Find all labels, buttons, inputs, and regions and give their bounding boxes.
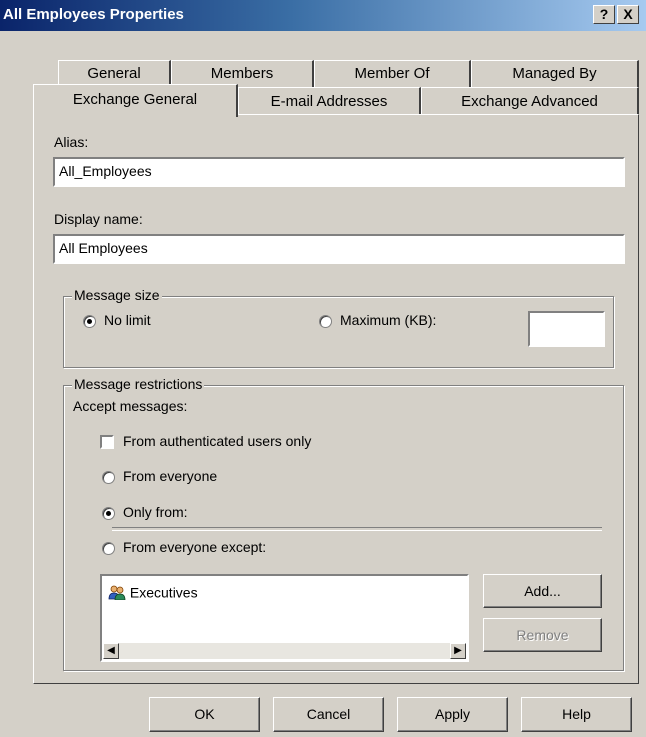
apply-button[interactable]: Apply	[397, 697, 508, 732]
accept-messages-label: Accept messages:	[73, 398, 188, 414]
window-title: All Employees Properties	[3, 6, 184, 23]
everyone-except-label[interactable]: From everyone except:	[123, 539, 266, 555]
tab-exchange-general[interactable]: Exchange General	[33, 84, 238, 117]
message-size-title: Message size	[72, 287, 162, 303]
alias-field[interactable]: All_Employees	[53, 157, 625, 187]
tab-label: Exchange Advanced	[461, 93, 598, 110]
message-restrictions-group: Message restrictions Accept messages: Fr…	[63, 376, 624, 671]
display-name-label: Display name:	[54, 211, 143, 227]
cancel-button-label: Cancel	[306, 706, 351, 722]
list-item-label: Executives	[129, 584, 198, 601]
add-button-label: Add...	[524, 583, 561, 599]
message-restrictions-title: Message restrictions	[72, 376, 205, 392]
tab-email-addresses[interactable]: E-mail Addresses	[238, 87, 421, 114]
only-from-radio[interactable]	[102, 507, 115, 520]
tab-members[interactable]: Members	[171, 60, 314, 87]
remove-button[interactable]: Remove	[483, 618, 602, 652]
no-limit-radio[interactable]	[83, 315, 96, 328]
tab-label: Managed By	[512, 65, 597, 82]
remove-button-label: Remove	[516, 627, 569, 643]
message-size-group: Message size No limit Maximum (KB):	[63, 287, 614, 368]
from-everyone-radio[interactable]	[102, 471, 115, 484]
from-everyone-label[interactable]: From everyone	[123, 468, 217, 484]
only-from-label[interactable]: Only from:	[123, 504, 188, 520]
properties-dialog: All Employees Properties ? X General Mem…	[0, 0, 646, 737]
sender-list[interactable]: Executives ◀ ▶	[100, 574, 469, 662]
close-button[interactable]: X	[617, 5, 639, 24]
tab-label: General	[87, 65, 141, 82]
maximum-kb-field[interactable]	[528, 311, 605, 347]
ok-button-label: OK	[194, 706, 215, 722]
scroll-right-icon[interactable]: ▶	[450, 643, 466, 659]
help-icon: ?	[599, 6, 609, 22]
display-name-field[interactable]: All Employees	[53, 234, 625, 264]
alias-label: Alias:	[54, 134, 89, 150]
options-separator	[112, 527, 602, 531]
everyone-except-radio[interactable]	[102, 542, 115, 555]
close-icon: X	[623, 6, 633, 22]
ok-button[interactable]: OK	[149, 697, 260, 732]
title-bar[interactable]: All Employees Properties ? X	[0, 0, 646, 31]
no-limit-label[interactable]: No limit	[104, 312, 151, 328]
maximum-label[interactable]: Maximum (KB):	[340, 312, 436, 328]
group-icon	[108, 584, 126, 601]
authenticated-checkbox[interactable]	[100, 435, 114, 449]
tab-panel: Alias: All_Employees Display name: All E…	[33, 114, 639, 684]
authenticated-label[interactable]: From authenticated users only	[123, 433, 311, 449]
list-item[interactable]: Executives	[108, 583, 198, 601]
cancel-button[interactable]: Cancel	[273, 697, 384, 732]
maximum-radio[interactable]	[319, 315, 332, 328]
help-footer-button[interactable]: Help	[521, 697, 632, 732]
help-button[interactable]: ?	[593, 5, 615, 24]
horizontal-scrollbar[interactable]: ◀ ▶	[103, 643, 466, 659]
apply-button-label: Apply	[434, 706, 471, 722]
tab-label: Member Of	[354, 65, 430, 82]
help-button-label: Help	[562, 706, 591, 722]
tab-general[interactable]: General	[58, 60, 171, 87]
tab-member-of[interactable]: Member Of	[314, 60, 471, 87]
add-button[interactable]: Add...	[483, 574, 602, 608]
tab-label: E-mail Addresses	[270, 93, 388, 110]
tab-managed-by[interactable]: Managed By	[471, 60, 639, 87]
tab-label: Exchange General	[72, 91, 198, 108]
tab-label: Members	[210, 65, 274, 82]
scroll-left-icon[interactable]: ◀	[103, 643, 119, 659]
tab-exchange-advanced[interactable]: Exchange Advanced	[421, 87, 639, 114]
